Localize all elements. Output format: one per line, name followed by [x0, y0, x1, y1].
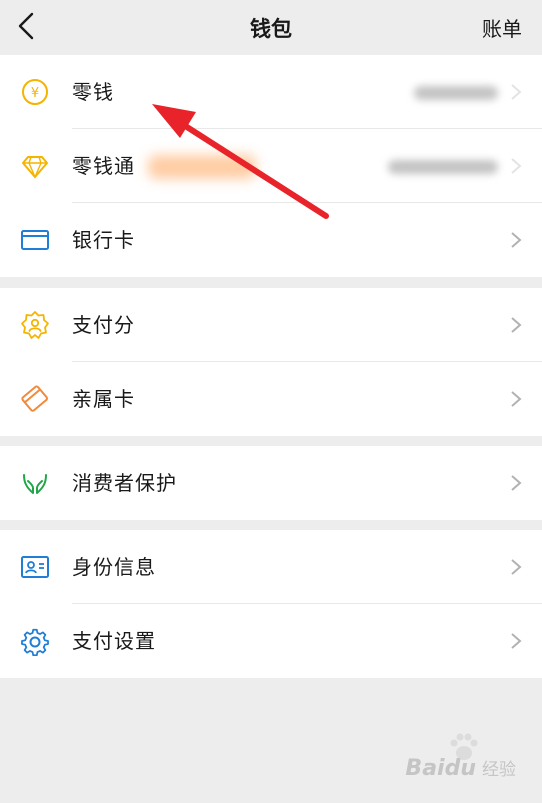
- watermark: Baidu 经验: [405, 755, 516, 781]
- chevron-right-icon: [511, 158, 522, 174]
- row-change[interactable]: ¥ 零钱: [0, 55, 542, 129]
- yen-coin-icon: ¥: [22, 79, 48, 105]
- bill-button[interactable]: 账单: [482, 13, 522, 42]
- row-label: 银行卡: [72, 228, 135, 252]
- id-card-icon: [21, 556, 49, 578]
- row-label: 零钱: [72, 80, 114, 104]
- row-change-plus[interactable]: 零钱通: [0, 129, 542, 203]
- watermark-brand: Bai: [405, 756, 445, 781]
- watermark-sub: 经验: [482, 760, 516, 780]
- row-family-card[interactable]: 亲属卡: [0, 362, 542, 436]
- row-bank-card[interactable]: 银行卡: [0, 203, 542, 277]
- protection-group: 消费者保护: [0, 446, 542, 520]
- chevron-right-icon: [511, 232, 522, 248]
- family-card-icon: [21, 385, 48, 412]
- watermark-brand-tail: du: [444, 756, 476, 781]
- hidden-amount: [388, 160, 498, 174]
- settings-group: 身份信息 支付设置: [0, 530, 542, 678]
- page-title: 钱包: [250, 17, 292, 41]
- nav-bar: 钱包 账单: [0, 0, 542, 54]
- chevron-right-icon: [511, 84, 522, 100]
- row-label: 亲属卡: [72, 387, 135, 411]
- row-payment-settings[interactable]: 支付设置: [0, 604, 542, 678]
- row-label: 消费者保护: [72, 471, 177, 495]
- chevron-right-icon: [511, 559, 522, 575]
- chevron-right-icon: [511, 391, 522, 407]
- svg-text:¥: ¥: [31, 86, 39, 101]
- chevron-right-icon: [511, 317, 522, 333]
- row-consumer-protection[interactable]: 消费者保护: [0, 446, 542, 520]
- bank-card-icon: [21, 230, 49, 250]
- chevron-right-icon: [511, 633, 522, 649]
- protection-hands-icon: [23, 474, 47, 494]
- row-label: 身份信息: [72, 555, 156, 579]
- chevron-right-icon: [511, 475, 522, 491]
- row-label: 支付分: [72, 313, 135, 337]
- hidden-amount: [414, 86, 498, 100]
- row-label: 零钱通: [72, 154, 135, 178]
- credit-group: 支付分 亲属卡: [0, 288, 542, 436]
- row-identity-info[interactable]: 身份信息: [0, 530, 542, 604]
- row-label: 支付设置: [72, 629, 156, 653]
- diamond-icon: [22, 156, 48, 179]
- hidden-tag: [148, 155, 256, 179]
- gear-icon: [21, 628, 49, 656]
- row-pay-score[interactable]: 支付分: [0, 288, 542, 362]
- payscore-badge-icon: [21, 311, 49, 339]
- balance-group: ¥ 零钱 零钱通 银行卡: [0, 55, 542, 277]
